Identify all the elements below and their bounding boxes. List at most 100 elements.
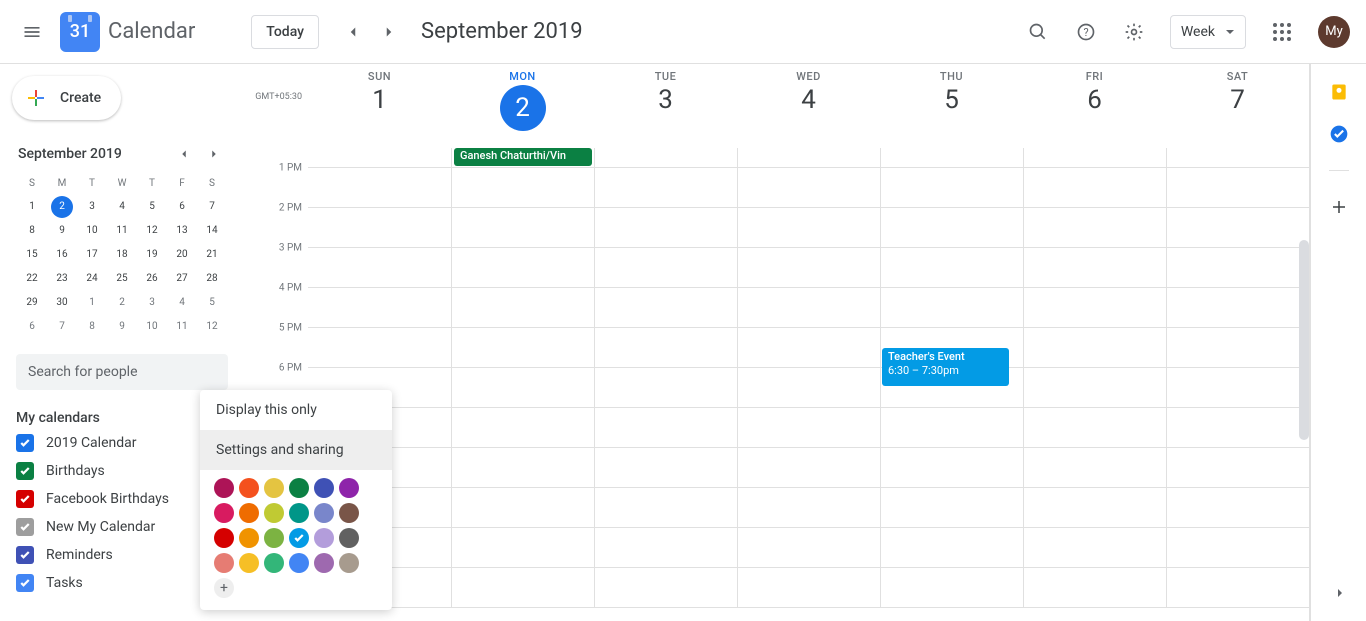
hour-cell[interactable] <box>1166 408 1309 447</box>
mini-day[interactable]: 4 <box>108 196 136 218</box>
color-option[interactable] <box>214 528 234 548</box>
mini-day[interactable]: 3 <box>138 292 166 314</box>
color-option[interactable] <box>239 528 259 548</box>
hour-cell[interactable] <box>594 208 737 247</box>
hour-cell[interactable] <box>737 328 880 367</box>
hour-cell[interactable] <box>594 488 737 527</box>
hour-cell[interactable] <box>594 328 737 367</box>
hour-cell[interactable] <box>594 408 737 447</box>
hour-cell[interactable] <box>594 168 737 207</box>
hour-cell[interactable] <box>737 368 880 407</box>
allday-cell[interactable]: Ganesh Chaturthi/Vin <box>451 148 594 167</box>
calendar-item[interactable]: 2019 Calendar <box>16 434 228 452</box>
help-button[interactable]: ? <box>1066 12 1106 52</box>
mini-day[interactable]: 23 <box>48 268 76 290</box>
hour-cell[interactable] <box>737 168 880 207</box>
mini-day[interactable]: 10 <box>78 220 106 242</box>
hour-cell[interactable] <box>1166 568 1309 607</box>
hour-cell[interactable] <box>451 288 594 327</box>
mini-day[interactable]: 17 <box>78 244 106 266</box>
hour-cell[interactable] <box>1023 288 1166 327</box>
view-switcher[interactable]: Week <box>1170 15 1246 49</box>
color-option[interactable] <box>339 503 359 523</box>
mini-day[interactable]: 24 <box>78 268 106 290</box>
calendar-item[interactable]: Tasks <box>16 574 228 592</box>
hour-cell[interactable] <box>737 248 880 287</box>
color-option[interactable] <box>314 503 334 523</box>
hour-cell[interactable] <box>1023 408 1166 447</box>
mini-day[interactable]: 2 <box>108 292 136 314</box>
mini-prev-button[interactable] <box>172 142 196 166</box>
mini-day[interactable]: 25 <box>108 268 136 290</box>
hour-cell[interactable] <box>451 328 594 367</box>
color-option[interactable] <box>314 553 334 573</box>
account-avatar[interactable]: My <box>1318 16 1350 48</box>
event-chip[interactable]: Teacher's Event6:30 – 7:30pm <box>882 348 1009 386</box>
hour-cell[interactable] <box>1023 448 1166 487</box>
next-period-button[interactable] <box>373 16 405 48</box>
hour-cell[interactable] <box>1166 528 1309 567</box>
day-header[interactable]: THU5 <box>880 64 1023 148</box>
hour-cell[interactable] <box>880 208 1023 247</box>
hour-cell[interactable] <box>737 288 880 327</box>
calendar-item[interactable]: Reminders <box>16 546 228 564</box>
color-option[interactable] <box>239 478 259 498</box>
mini-day[interactable]: 16 <box>48 244 76 266</box>
hour-cell[interactable] <box>880 528 1023 567</box>
mini-day[interactable]: 11 <box>168 316 196 338</box>
mini-day[interactable]: 12 <box>138 220 166 242</box>
calendar-item[interactable]: Birthdays <box>16 462 228 480</box>
hour-cell[interactable] <box>737 568 880 607</box>
hour-cell[interactable] <box>1023 248 1166 287</box>
hour-cell[interactable] <box>451 408 594 447</box>
mini-day[interactable]: 10 <box>138 316 166 338</box>
day-header[interactable]: FRI6 <box>1023 64 1166 148</box>
hour-cell[interactable] <box>451 248 594 287</box>
hour-cell[interactable] <box>308 328 451 367</box>
hour-cell[interactable] <box>1166 328 1309 367</box>
hour-cell[interactable] <box>308 168 451 207</box>
mini-day[interactable]: 8 <box>18 220 46 242</box>
hour-cell[interactable] <box>594 368 737 407</box>
mini-day[interactable]: 4 <box>168 292 196 314</box>
hour-cell[interactable] <box>737 448 880 487</box>
hour-cell[interactable] <box>451 568 594 607</box>
hour-cell[interactable] <box>594 448 737 487</box>
allday-cell[interactable] <box>880 148 1023 167</box>
mini-day[interactable]: 15 <box>18 244 46 266</box>
allday-cell[interactable] <box>308 148 451 167</box>
mini-day[interactable]: 28 <box>198 268 226 290</box>
mini-day[interactable]: 11 <box>108 220 136 242</box>
hour-cell[interactable] <box>451 168 594 207</box>
hour-cell[interactable] <box>451 528 594 567</box>
day-header[interactable]: MON2 <box>451 64 594 148</box>
hour-cell[interactable] <box>451 208 594 247</box>
search-button[interactable] <box>1018 12 1058 52</box>
apps-button[interactable] <box>1262 12 1302 52</box>
mini-day[interactable]: 9 <box>48 220 76 242</box>
color-option[interactable] <box>239 553 259 573</box>
calendar-item[interactable]: New My Calendar <box>16 518 228 536</box>
mini-day[interactable]: 27 <box>168 268 196 290</box>
create-button[interactable]: Create <box>12 76 121 120</box>
hour-cell[interactable] <box>451 488 594 527</box>
prev-period-button[interactable] <box>337 16 369 48</box>
hour-cell[interactable] <box>880 408 1023 447</box>
hour-cell[interactable] <box>594 568 737 607</box>
hour-cell[interactable] <box>880 568 1023 607</box>
mini-day[interactable]: 1 <box>78 292 106 314</box>
hour-cell[interactable] <box>308 288 451 327</box>
day-header[interactable]: TUE3 <box>594 64 737 148</box>
mini-day[interactable]: 14 <box>198 220 226 242</box>
hour-cell[interactable] <box>1166 248 1309 287</box>
hour-cell[interactable] <box>1166 448 1309 487</box>
hour-cell[interactable] <box>1166 208 1309 247</box>
keep-addon[interactable] <box>1329 82 1349 102</box>
hour-cell[interactable] <box>594 528 737 567</box>
mini-day[interactable]: 18 <box>108 244 136 266</box>
mini-day[interactable]: 5 <box>198 292 226 314</box>
add-color-button[interactable]: + <box>214 578 234 598</box>
calendar-item[interactable]: Facebook Birthdays <box>16 490 228 508</box>
hour-cell[interactable] <box>451 368 594 407</box>
scrollbar-thumb[interactable] <box>1299 240 1309 440</box>
